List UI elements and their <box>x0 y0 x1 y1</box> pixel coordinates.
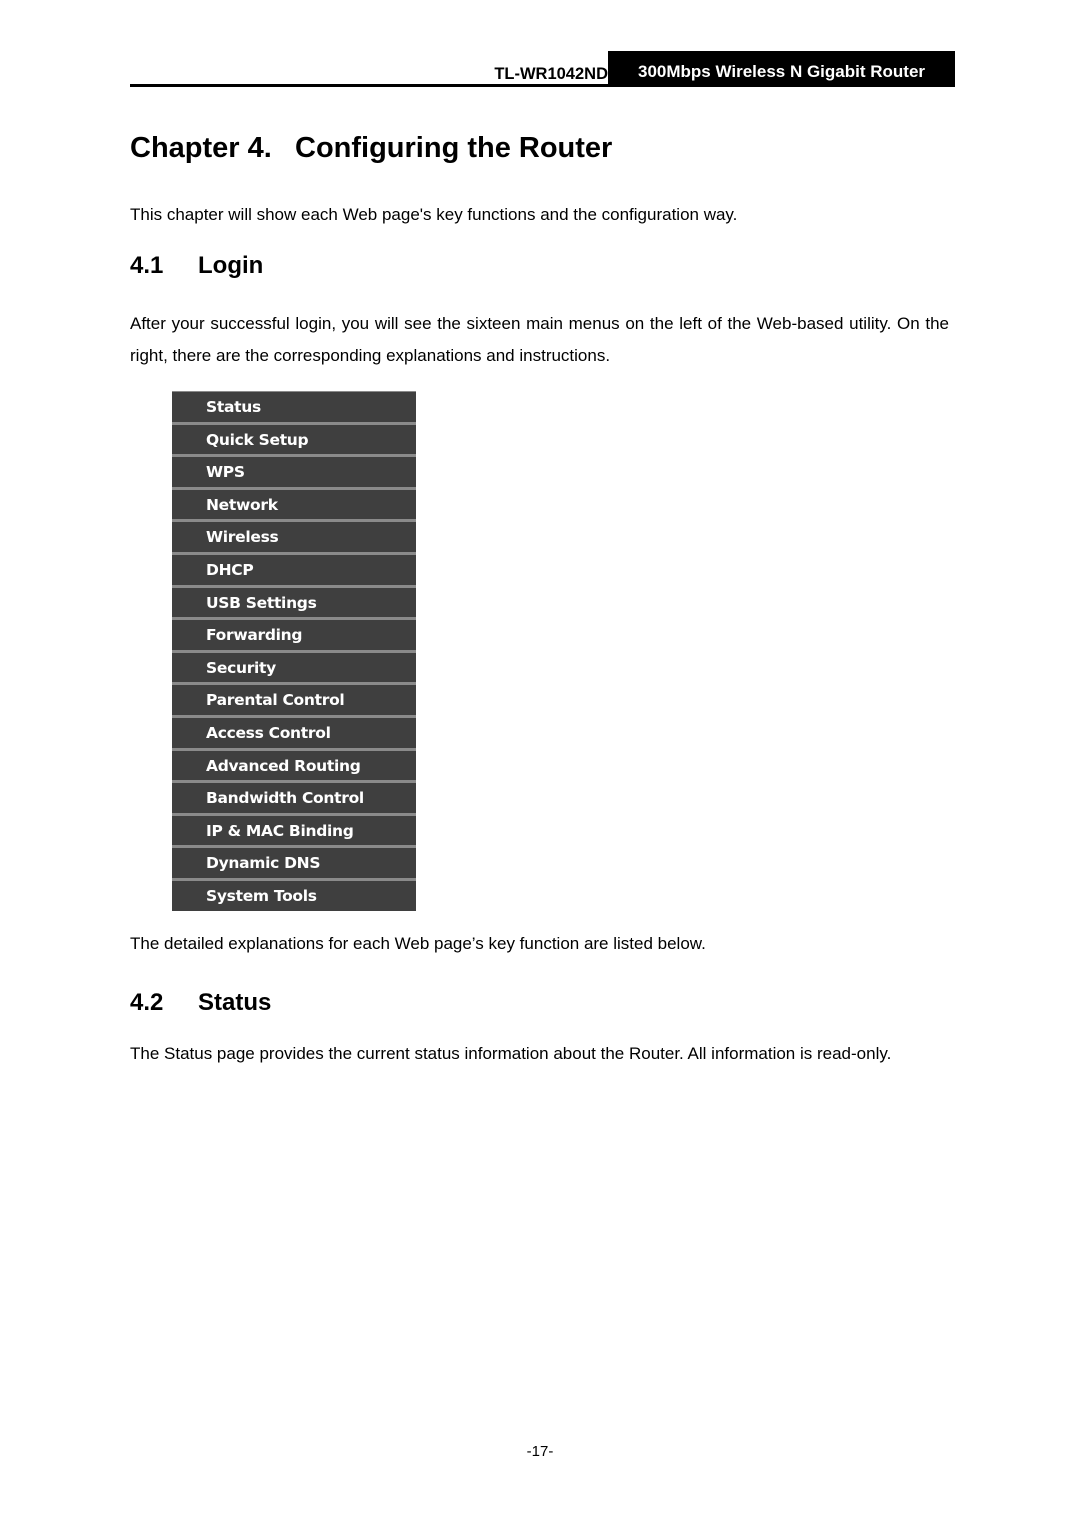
menu-item-parental-control[interactable]: Parental Control <box>172 685 416 715</box>
router-main-menu: Status Quick Setup WPS Network Wireless … <box>172 391 416 911</box>
menu-item-bandwidth-control[interactable]: Bandwidth Control <box>172 783 416 813</box>
menu-item-ip-mac-binding[interactable]: IP & MAC Binding <box>172 815 416 846</box>
menu-item-usb-settings[interactable]: USB Settings <box>172 587 416 618</box>
menu-explanation-paragraph: The detailed explanations for each Web p… <box>130 934 706 953</box>
menu-item-dhcp[interactable]: DHCP <box>172 554 416 585</box>
section-heading-status: 4.2 Status <box>130 989 271 1017</box>
header-rule <box>130 84 955 87</box>
menu-item-forwarding[interactable]: Forwarding <box>172 620 416 650</box>
chapter-number: Chapter 4. <box>130 132 272 164</box>
menu-item-system-tools[interactable]: System Tools <box>172 880 416 911</box>
menu-item-status[interactable]: Status <box>172 392 416 422</box>
menu-item-advanced-routing[interactable]: Advanced Routing <box>172 750 416 781</box>
page-number: -17- <box>526 1443 554 1460</box>
status-paragraph: The Status page provides the current sta… <box>130 1044 892 1063</box>
section-title: Login <box>198 252 264 279</box>
section-title: Status <box>198 989 272 1016</box>
menu-item-security[interactable]: Security <box>172 652 416 683</box>
header-product: 300Mbps Wireless N Gigabit Router <box>608 51 955 87</box>
menu-item-wireless[interactable]: Wireless <box>172 522 416 552</box>
section-number: 4.2 <box>130 989 164 1016</box>
menu-item-dynamic-dns[interactable]: Dynamic DNS <box>172 848 416 878</box>
header-model: TL-WR1042ND <box>494 65 608 83</box>
chapter-intro: This chapter will show each Web page's k… <box>130 205 738 224</box>
section-number: 4.1 <box>130 252 164 279</box>
page-header: TL-WR1042ND 300Mbps Wireless N Gigabit R… <box>130 51 955 87</box>
menu-item-network[interactable]: Network <box>172 489 416 520</box>
login-paragraph: After your successful login, you will se… <box>130 314 949 365</box>
chapter-title-text: Configuring the Router <box>295 132 613 164</box>
section-heading-login: 4.1 Login <box>130 252 263 280</box>
menu-item-wps[interactable]: WPS <box>172 457 416 487</box>
chapter-title: Chapter 4. Configuring the Router <box>130 132 612 165</box>
menu-item-quick-setup[interactable]: Quick Setup <box>172 424 416 455</box>
menu-item-access-control[interactable]: Access Control <box>172 717 416 748</box>
